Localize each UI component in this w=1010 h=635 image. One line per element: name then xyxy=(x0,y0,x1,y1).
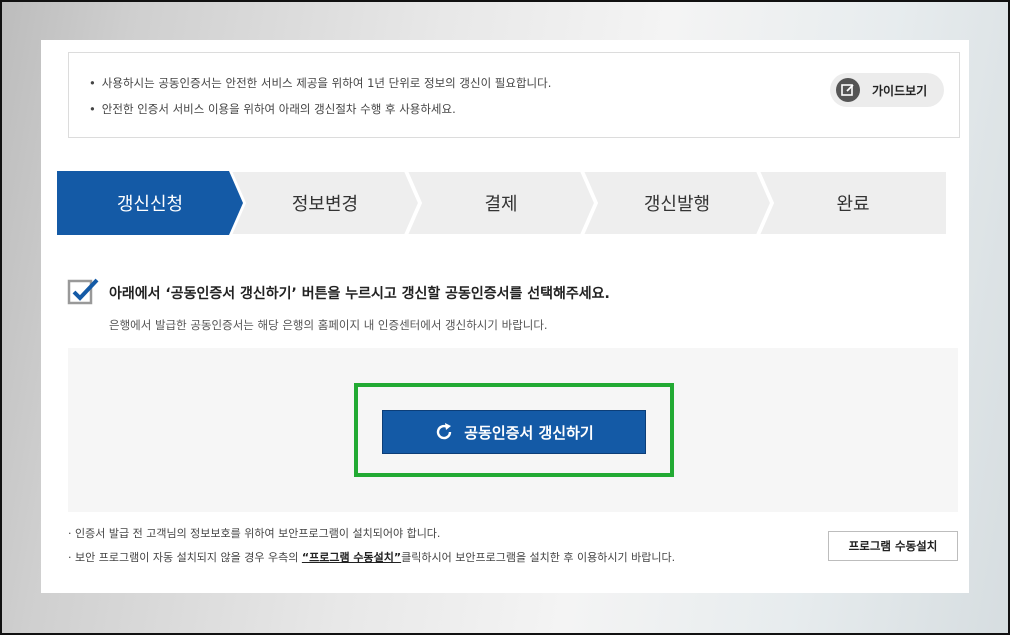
guide-button[interactable]: 가이드보기 xyxy=(830,73,944,107)
notice-line-1: • 사용하시는 공동인증서는 안전한 서비스 제공을 위하여 1년 단위로 정보의… xyxy=(89,76,552,90)
notice-box: • 사용하시는 공동인증서는 안전한 서비스 제공을 위하여 1년 단위로 정보의… xyxy=(68,52,960,138)
instruction-sub: 은행에서 발급한 공동인증서는 해당 은행의 홈페이지 내 인증센터에서 갱신하… xyxy=(109,318,548,332)
step-complete: 완료 xyxy=(759,171,947,235)
note-line-2: · 보안 프로그램이 자동 설치되지 않을 경우 우측의 “프로그램 수동설치”… xyxy=(68,551,676,564)
edit-icon xyxy=(836,78,860,102)
step-renew-issue: 갱신발행 xyxy=(583,171,771,235)
step-renew-request: 갱신신청 xyxy=(57,171,243,235)
step-info-change: 정보변경 xyxy=(231,171,419,235)
progress-steps: 갱신신청 정보변경 결제 갱신발행 완료 xyxy=(57,171,947,235)
renew-area: 공동인증서 갱신하기 xyxy=(68,348,958,512)
refresh-icon xyxy=(434,422,454,442)
notice-line-2: • 안전한 인증서 서비스 이용을 위하여 아래의 갱신절차 수행 후 사용하세요… xyxy=(89,102,456,116)
renew-button-label: 공동인증서 갱신하기 xyxy=(464,423,594,442)
instruction-title: 아래에서 ‘공동인증서 갱신하기’ 버튼을 누르시고 갱신할 공동인증서를 선택… xyxy=(109,286,610,302)
manual-install-button[interactable]: 프로그램 수동설치 xyxy=(828,531,958,561)
checkbox-icon xyxy=(67,277,101,311)
renew-certificate-button[interactable]: 공동인증서 갱신하기 xyxy=(382,410,646,454)
note-line-1: · 인증서 발급 전 고객님의 정보보호를 위하여 보안프로그램이 설치되어야 … xyxy=(68,527,441,540)
install-program-link[interactable]: “프로그램 수동설치” xyxy=(302,551,401,564)
step-payment: 결제 xyxy=(407,171,595,235)
guide-button-label: 가이드보기 xyxy=(872,83,928,98)
main-panel: • 사용하시는 공동인증서는 안전한 서비스 제공을 위하여 1년 단위로 정보의… xyxy=(41,40,969,593)
